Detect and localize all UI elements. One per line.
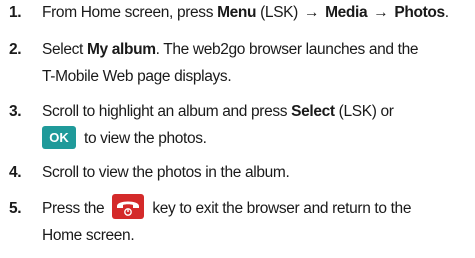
step-text: Select My album. The web2go browser laun… bbox=[42, 37, 472, 90]
step-text-line: Press the key to exit the browser and ret… bbox=[42, 194, 472, 223]
text-run: (LSK) or bbox=[334, 103, 394, 120]
step-number: 1. bbox=[9, 4, 22, 21]
text-run: . The web2go browser launches and the bbox=[155, 41, 419, 58]
text-run: From Home screen, press bbox=[42, 4, 218, 21]
step-number: 2. bbox=[9, 41, 22, 58]
step-text-line: OK to view the photos. bbox=[42, 125, 472, 153]
step-text-line: T-Mobile Web page displays. bbox=[42, 64, 472, 91]
text-run: Scroll to view the photos in the album. bbox=[42, 164, 290, 181]
text-run: Press the bbox=[42, 200, 105, 217]
text-run: Scroll to highlight an album and press bbox=[42, 103, 292, 120]
text-run bbox=[367, 4, 371, 21]
step-text: Scroll to view the photos in the album. bbox=[42, 160, 472, 187]
step-number: 4. bbox=[9, 164, 22, 181]
step-text-line: Select My album. The web2go browser laun… bbox=[42, 37, 472, 64]
emphasized-text: My album bbox=[86, 41, 156, 58]
step-text-line: Scroll to view the photos in the album. bbox=[42, 160, 472, 187]
emphasized-text: Menu bbox=[217, 4, 257, 21]
text-run: key to exit the browser and return to th… bbox=[152, 200, 412, 217]
text-run: Home screen. bbox=[42, 226, 135, 244]
text-run: (LSK) bbox=[256, 4, 302, 21]
step-text: Press the key to exit the browser and ret… bbox=[42, 194, 472, 250]
emphasized-text: → bbox=[373, 4, 389, 21]
step-text: Scroll to highlight an album and press S… bbox=[42, 99, 472, 152]
step-number: 3. bbox=[9, 103, 22, 120]
emphasized-text: Media bbox=[325, 4, 368, 21]
text-run: . bbox=[444, 4, 449, 21]
end-call-key-icon bbox=[112, 194, 145, 220]
step-number: 5. bbox=[9, 200, 22, 217]
emphasized-text: Photos bbox=[394, 4, 445, 21]
step-text-line: Scroll to highlight an album and press S… bbox=[42, 99, 472, 126]
emphasized-text: Select bbox=[291, 103, 335, 120]
step-text-line: Home screen. bbox=[42, 223, 472, 250]
step-text: From Home screen, press Menu (LSK) → Med… bbox=[42, 0, 472, 27]
text-run: Select bbox=[42, 41, 87, 58]
ok-key-icon: OK bbox=[42, 125, 76, 149]
step-text-line: From Home screen, press Menu (LSK) → Med… bbox=[42, 0, 472, 27]
text-run: to view the photos. bbox=[84, 129, 207, 147]
emphasized-text: → bbox=[303, 4, 320, 21]
text-run: T-Mobile Web page displays. bbox=[42, 67, 232, 85]
